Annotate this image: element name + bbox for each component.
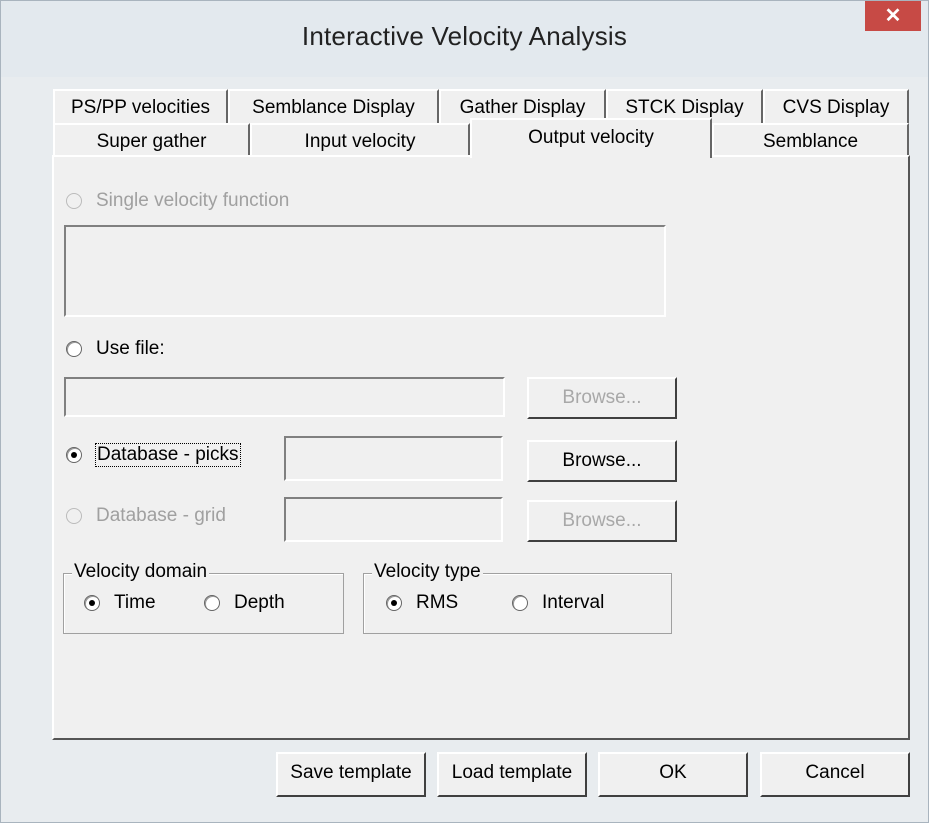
tab-cvs-display[interactable]: CVS Display bbox=[763, 89, 909, 123]
database-grid-label: Database - grid bbox=[96, 505, 226, 526]
ok-button[interactable]: OK bbox=[598, 752, 748, 797]
database-grid-radio bbox=[66, 508, 82, 524]
velocity-type-rms-label[interactable]: RMS bbox=[416, 592, 458, 614]
save-template-button[interactable]: Save template bbox=[276, 752, 426, 797]
load-template-button[interactable]: Load template bbox=[437, 752, 587, 797]
single-velocity-function-label: Single velocity function bbox=[96, 190, 290, 211]
use-file-path-field bbox=[64, 377, 505, 417]
use-file-browse-button: Browse... bbox=[527, 377, 677, 419]
velocity-domain-depth-label[interactable]: Depth bbox=[234, 592, 285, 614]
tab-super-gather[interactable]: Super gather bbox=[53, 123, 250, 157]
velocity-domain-time-radio[interactable] bbox=[84, 595, 100, 611]
database-grid-browse-button: Browse... bbox=[527, 500, 677, 542]
velocity-domain-time-option[interactable]: Time bbox=[84, 588, 156, 618]
velocity-type-legend: Velocity type bbox=[372, 561, 483, 583]
cancel-button[interactable]: Cancel bbox=[760, 752, 910, 797]
tab-ps-pp-velocities[interactable]: PS/PP velocities bbox=[53, 89, 228, 123]
velocity-domain-time-label[interactable]: Time bbox=[114, 592, 156, 614]
velocity-type-interval-radio[interactable] bbox=[512, 595, 528, 611]
tab-semblance-display[interactable]: Semblance Display bbox=[228, 89, 439, 123]
database-picks-radio[interactable] bbox=[66, 447, 82, 463]
velocity-type-rms-radio[interactable] bbox=[386, 595, 402, 611]
velocity-domain-depth-radio[interactable] bbox=[204, 595, 220, 611]
tab-output-velocity[interactable]: Output velocity bbox=[470, 118, 712, 158]
close-button[interactable]: ✕ bbox=[865, 1, 921, 31]
tab-semblance[interactable]: Semblance bbox=[712, 123, 909, 157]
window-title: Interactive Velocity Analysis bbox=[301, 21, 628, 51]
velocity-type-rms-option[interactable]: RMS bbox=[386, 588, 458, 618]
use-file-radio[interactable] bbox=[66, 341, 82, 357]
velocity-domain-legend: Velocity domain bbox=[72, 561, 210, 583]
single-velocity-function-option: Single velocity function bbox=[66, 186, 289, 216]
database-grid-field bbox=[284, 497, 503, 542]
velocity-type-interval-label[interactable]: Interval bbox=[542, 592, 604, 614]
title-bar[interactable]: Interactive Velocity Analysis ✕ bbox=[1, 1, 928, 77]
close-icon[interactable]: ✕ bbox=[885, 5, 902, 27]
use-file-label[interactable]: Use file: bbox=[96, 338, 165, 360]
database-picks-label[interactable]: Database - picks bbox=[95, 443, 241, 467]
database-picks-field[interactable] bbox=[284, 436, 503, 481]
single-velocity-function-box bbox=[64, 225, 666, 317]
velocity-type-interval-option[interactable]: Interval bbox=[512, 588, 604, 618]
single-velocity-function-radio bbox=[66, 193, 82, 209]
tab-input-velocity[interactable]: Input velocity bbox=[250, 123, 470, 157]
velocity-domain-depth-option[interactable]: Depth bbox=[204, 588, 285, 618]
database-picks-browse-button[interactable]: Browse... bbox=[527, 440, 677, 482]
database-grid-option: Database - grid bbox=[66, 501, 226, 531]
use-file-option[interactable]: Use file: bbox=[66, 334, 165, 364]
database-picks-option[interactable]: Database - picks bbox=[66, 440, 241, 470]
